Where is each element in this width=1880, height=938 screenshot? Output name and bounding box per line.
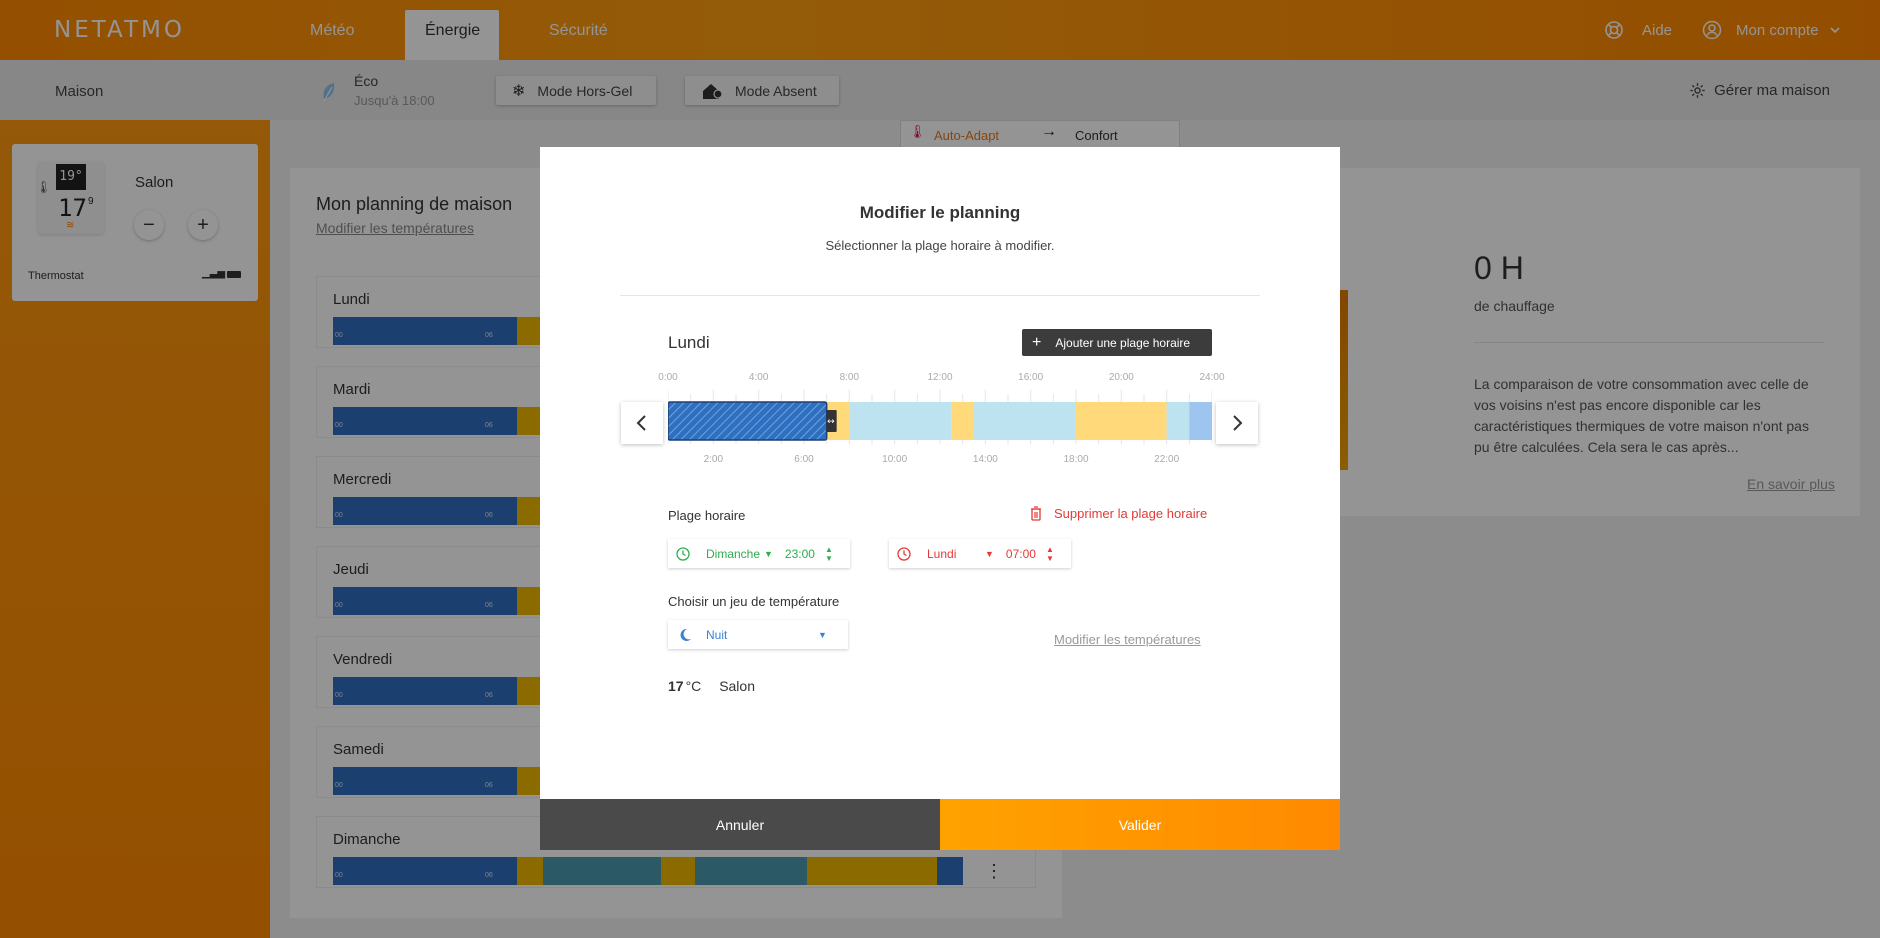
room-temperature-row: 17 °C Salon <box>668 678 755 694</box>
timeline-segment[interactable] <box>1189 402 1212 440</box>
start-time-picker[interactable]: Dimanche ▼ 23:00 ▲ ▼ <box>668 539 850 568</box>
time-slot-label: Plage horaire <box>668 508 746 523</box>
room-temp-name: Salon <box>719 678 755 694</box>
start-time-stepper[interactable]: ▲ ▼ <box>825 545 833 563</box>
timeline-tick-label: 14:00 <box>972 454 998 465</box>
end-day-select[interactable]: Lundi <box>927 547 987 561</box>
modal-divider <box>620 295 1260 296</box>
start-day-select[interactable]: Dimanche <box>706 547 766 561</box>
timeline-svg[interactable]: ↔ <box>668 384 1212 444</box>
moon-icon <box>680 628 691 641</box>
modal-modify-temps-link[interactable]: Modifier les températures <box>1054 632 1201 647</box>
validate-button[interactable]: Valider <box>940 799 1340 850</box>
trash-icon <box>1031 506 1041 521</box>
caret-down-icon: ▼ <box>764 548 773 559</box>
caret-down-icon: ▼ <box>818 629 827 640</box>
timeline-tick-label: 2:00 <box>703 454 724 465</box>
room-temp-unit: °C <box>685 678 702 694</box>
edit-planning-modal: Modifier le planning Sélectionner la pla… <box>540 147 1340 850</box>
add-time-slot-label: Ajouter une plage horaire <box>1055 335 1191 350</box>
room-temp-value: 17 <box>668 678 684 694</box>
timeline-tick-label: 8:00 <box>839 372 860 383</box>
modal-day-title: Lundi <box>668 333 710 352</box>
timeline-tick-label: 20:00 <box>1108 372 1134 383</box>
svg-text:↔: ↔ <box>827 417 835 427</box>
timeline-segment[interactable] <box>849 402 952 440</box>
modal-title: Modifier le planning <box>859 203 1021 222</box>
timeline-segment[interactable] <box>951 402 974 440</box>
modal-subtitle: Sélectionner la plage horaire à modifier… <box>825 238 1055 253</box>
timeline-segment[interactable] <box>974 402 1076 440</box>
timeline-tick-label: 12:00 <box>927 372 953 383</box>
prev-day-button[interactable] <box>621 402 663 444</box>
timeline-tick-label: 16:00 <box>1018 372 1044 383</box>
timeline-tick-label: 6:00 <box>794 454 814 465</box>
cancel-button[interactable]: Annuler <box>540 799 940 850</box>
clock-icon <box>897 546 911 561</box>
start-time-input[interactable]: 23:00 <box>785 547 815 561</box>
chevron-right-icon <box>1233 415 1243 431</box>
delete-time-slot-button[interactable]: Supprimer la plage horaire <box>1030 506 1207 521</box>
timeline-tick-label: 24:00 <box>1199 372 1225 383</box>
temperature-set-value: Nuit <box>706 627 728 642</box>
timeline-tick-label: 18:00 <box>1063 454 1089 465</box>
timeline-tick-label: 10:00 <box>882 454 908 465</box>
end-time-stepper[interactable]: ▲ ▼ <box>1046 545 1054 563</box>
caret-down-icon: ▼ <box>985 548 994 559</box>
timeline-segment[interactable] <box>1166 402 1190 440</box>
timeline-tick-label: 22:00 <box>1154 454 1180 465</box>
temperature-set-label: Choisir un jeu de température <box>668 594 840 609</box>
timeline-tick-label: 0:00 <box>658 372 678 383</box>
resize-handle[interactable]: ↔ <box>826 410 837 432</box>
temperature-set-select[interactable]: Nuit ▼ <box>668 620 848 649</box>
plus-icon: + <box>1032 333 1042 351</box>
delete-time-slot-label: Supprimer la plage horaire <box>1054 506 1208 521</box>
chevron-left-icon <box>636 415 646 431</box>
next-day-button[interactable] <box>1216 402 1258 444</box>
timeline-tick-label: 4:00 <box>748 372 769 383</box>
selected-time-slot[interactable] <box>668 401 828 441</box>
end-time-picker[interactable]: Lundi ▼ 07:00 ▲ ▼ <box>889 539 1071 568</box>
end-time-input[interactable]: 07:00 <box>1006 547 1036 561</box>
timeline-segment[interactable] <box>1076 402 1167 440</box>
day-timeline: 0:00 4:00 8:00 12:00 16:00 20:00 24:00 ↔ 2:00 6… <box>658 372 1224 472</box>
clock-icon <box>676 546 690 561</box>
add-time-slot-button[interactable]: + Ajouter une plage horaire <box>1022 329 1212 356</box>
